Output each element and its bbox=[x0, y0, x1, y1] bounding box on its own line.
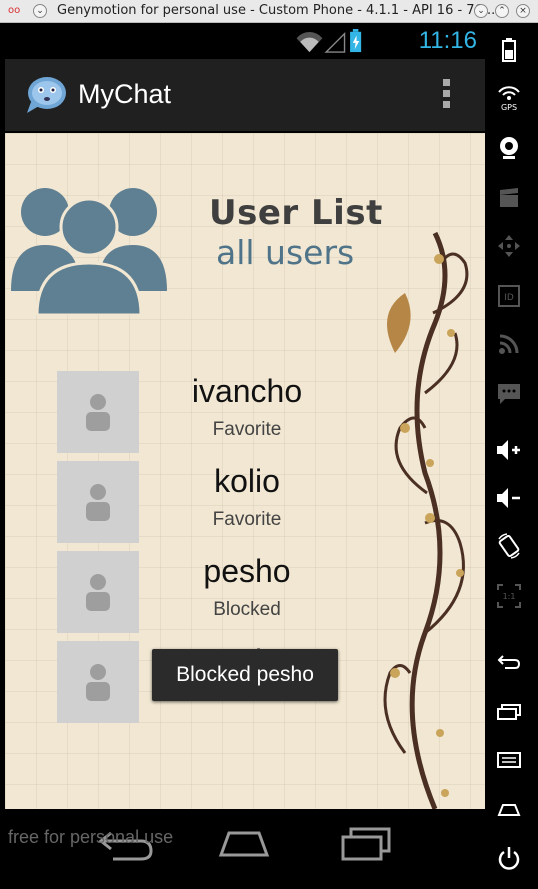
person-icon bbox=[86, 394, 110, 431]
genymotion-side-panel: GPS ID 1:1 bbox=[486, 23, 538, 889]
id-icon[interactable]: ID bbox=[486, 281, 532, 311]
rotate-icon[interactable] bbox=[486, 531, 532, 561]
window-title: Genymotion for personal use - Custom Pho… bbox=[57, 3, 496, 18]
battery-charging-icon bbox=[350, 29, 362, 53]
menu-icon[interactable] bbox=[486, 745, 532, 775]
action-bar: MyChat bbox=[5, 59, 485, 131]
user-status: Favorite bbox=[212, 419, 282, 440]
app-title: MyChat bbox=[78, 79, 172, 109]
user-list-content: User List all users ivancho Favorite kol… bbox=[5, 133, 485, 809]
user-name: pesho bbox=[203, 553, 291, 589]
battery-icon[interactable] bbox=[486, 35, 532, 65]
scale-label: 1:1 bbox=[503, 592, 516, 601]
avatar bbox=[57, 461, 139, 543]
genymotion-logo-icon: oo bbox=[8, 5, 21, 16]
clapper-icon[interactable] bbox=[486, 183, 532, 213]
avatar bbox=[57, 551, 139, 633]
person-icon bbox=[86, 574, 110, 611]
dpad-icon[interactable] bbox=[486, 231, 532, 261]
maximize-button[interactable]: ⌃ bbox=[495, 4, 509, 18]
watermark-text: free for personal use bbox=[8, 827, 174, 847]
user-name: kolio bbox=[214, 463, 280, 499]
status-bar: 11:16 bbox=[5, 23, 485, 59]
id-label: ID bbox=[504, 293, 514, 303]
scale-icon[interactable]: 1:1 bbox=[486, 581, 532, 611]
user-name: ivancho bbox=[191, 373, 303, 409]
recent-apps-icon[interactable] bbox=[339, 827, 395, 861]
phone-screen: 11:16 MyChat User List all users ivancho… bbox=[5, 23, 485, 889]
avatar bbox=[57, 641, 139, 723]
home-icon[interactable] bbox=[486, 795, 532, 825]
window-titlebar: oo ⌄ Genymotion for personal use - Custo… bbox=[0, 0, 538, 23]
window-menu-button[interactable]: ⌄ bbox=[33, 4, 47, 18]
user-list-item[interactable]: ivancho Favorite bbox=[57, 371, 437, 453]
navigation-bar bbox=[5, 809, 485, 889]
user-list-item[interactable]: pesho Blocked bbox=[57, 551, 437, 633]
back-icon[interactable] bbox=[486, 647, 532, 677]
wifi-icon bbox=[296, 32, 323, 53]
users-group-icon bbox=[11, 188, 167, 315]
volume-up-icon[interactable] bbox=[486, 435, 532, 465]
user-list-item[interactable]: kolio Favorite bbox=[57, 461, 437, 543]
toast-message: Blocked pesho bbox=[152, 649, 338, 701]
person-icon bbox=[86, 664, 110, 701]
recent-apps-icon[interactable] bbox=[486, 697, 532, 727]
home-icon[interactable] bbox=[215, 827, 273, 861]
camera-icon[interactable] bbox=[486, 133, 532, 163]
minimize-button[interactable]: ⌄ bbox=[474, 4, 488, 18]
volume-down-icon[interactable] bbox=[486, 483, 532, 513]
user-status: Favorite bbox=[212, 509, 282, 530]
avatar bbox=[57, 371, 139, 453]
header-subtitle: all users bbox=[216, 233, 355, 272]
user-status: Blocked bbox=[213, 599, 281, 620]
status-icons bbox=[296, 29, 362, 53]
header-title: User List bbox=[209, 193, 383, 233]
power-icon[interactable] bbox=[486, 843, 532, 873]
gps-label: GPS bbox=[501, 103, 517, 111]
signal-icon bbox=[324, 31, 346, 53]
overflow-menu-icon[interactable] bbox=[443, 79, 451, 111]
gps-icon[interactable]: GPS bbox=[486, 83, 532, 113]
rss-icon[interactable] bbox=[486, 329, 532, 359]
chat-bubble-icon[interactable] bbox=[25, 76, 67, 114]
sms-icon[interactable] bbox=[486, 379, 532, 409]
close-button[interactable]: × bbox=[516, 4, 530, 18]
clock: 11:16 bbox=[418, 27, 477, 54]
person-icon bbox=[86, 484, 110, 521]
